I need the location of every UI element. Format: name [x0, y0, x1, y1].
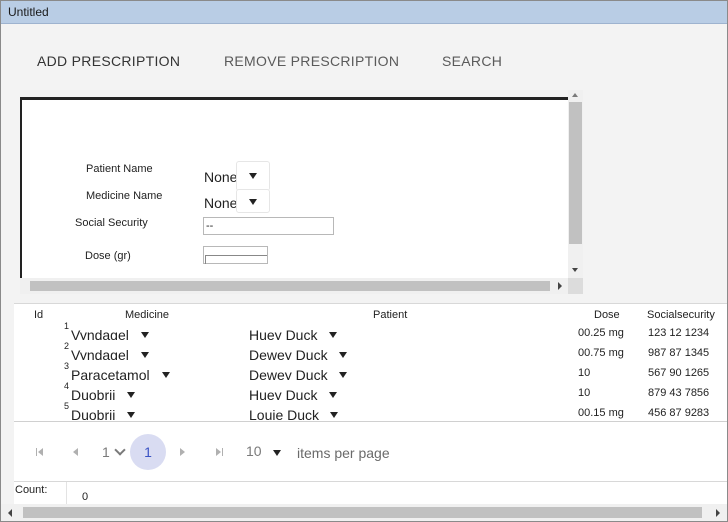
scroll-thumb[interactable] — [569, 102, 582, 244]
medicine-name-dropdown[interactable] — [236, 189, 270, 213]
medicine-cell: Duobrii — [71, 387, 116, 400]
page-size-value[interactable]: 10 — [246, 443, 262, 459]
medicine-name-label: Medicine Name — [86, 190, 163, 202]
row-id: 3 — [64, 361, 70, 371]
count-label: Count: — [15, 484, 48, 496]
patient-name-label: Patient Name — [86, 163, 153, 175]
caret-down-icon[interactable] — [273, 450, 281, 456]
column-header-socialsecurity[interactable]: Socialsecurity — [647, 309, 715, 321]
dose-label: Dose (gr) — [85, 250, 131, 262]
table-row[interactable]: 4 Duobrii Huey Duck 10 879 43 7856 — [14, 381, 727, 402]
chevron-down-icon[interactable] — [114, 444, 126, 456]
social-security-label: Social Security — [75, 217, 148, 229]
dose-cell: 10 — [578, 367, 591, 379]
dose-cell: 00.25 mg — [578, 327, 624, 339]
scroll-left-icon[interactable] — [8, 509, 12, 517]
table-row[interactable]: 2 Vyndagel Dewey Duck 00.75 mg 987 87 13… — [14, 341, 727, 362]
window-title: Untitled — [8, 5, 49, 19]
medicine-cell: Duobrii — [71, 407, 116, 420]
prescriptions-grid: Id Medicine Patient Dose Socialsecurity … — [14, 303, 727, 422]
scroll-thumb[interactable] — [30, 281, 550, 291]
caret-down-icon[interactable] — [162, 372, 170, 378]
prescription-form: Patient Name None Medicine Name None Soc… — [20, 97, 572, 280]
dose-cell: 10 — [578, 387, 591, 399]
patient-name-value: None — [204, 169, 238, 185]
caret-down-icon[interactable] — [141, 332, 149, 338]
last-page-icon[interactable] — [216, 448, 226, 458]
ssn-cell: 456 87 9283 — [648, 407, 710, 419]
scroll-corner — [568, 278, 583, 294]
app-window: Untitled ADD PRESCRIPTION REMOVE PRESCRI… — [0, 0, 728, 522]
add-prescription-button[interactable]: ADD PRESCRIPTION — [37, 53, 180, 69]
prev-page-icon[interactable] — [73, 448, 78, 456]
row-id: 5 — [64, 401, 70, 411]
caret-down-icon[interactable] — [330, 412, 338, 418]
patient-cell: Louie Duck — [249, 407, 320, 420]
caret-down-icon[interactable] — [329, 332, 337, 338]
patient-cell: Dewey Duck — [249, 367, 328, 380]
caret-down-icon[interactable] — [127, 392, 135, 398]
column-header-dose[interactable]: Dose — [594, 309, 620, 321]
scroll-up-icon[interactable] — [572, 93, 578, 97]
caret-down-icon[interactable] — [127, 412, 135, 418]
social-security-field[interactable]: -- — [203, 217, 334, 235]
ssn-cell: 879 43 7856 — [648, 387, 710, 399]
caret-down-icon — [249, 199, 257, 205]
form-horizontal-scrollbar[interactable] — [20, 278, 568, 294]
patient-name-dropdown[interactable] — [236, 161, 270, 191]
page-horizontal-scrollbar[interactable] — [1, 504, 727, 521]
scroll-right-icon[interactable] — [558, 282, 562, 290]
current-page-number: 1 — [144, 444, 152, 460]
caret-down-icon[interactable] — [339, 352, 347, 358]
patient-cell: Huey Duck — [249, 327, 318, 340]
row-id: 2 — [64, 341, 70, 351]
medicine-cell: Paracetamol — [71, 367, 150, 380]
current-page-button[interactable]: 1 — [130, 434, 166, 470]
caret-down-icon — [249, 173, 257, 179]
first-page-icon[interactable] — [36, 448, 46, 458]
page-select-value[interactable]: 1 — [102, 444, 110, 460]
dose-field-inner — [205, 255, 267, 264]
patient-cell: Dewey Duck — [249, 347, 328, 360]
table-row[interactable]: 1 Vyndagel Huey Duck 00.25 mg 123 12 123… — [14, 321, 727, 342]
caret-down-icon[interactable] — [339, 372, 347, 378]
caret-down-icon[interactable] — [329, 392, 337, 398]
caret-down-icon[interactable] — [141, 352, 149, 358]
scroll-thumb[interactable] — [23, 507, 702, 518]
column-header-id[interactable]: Id — [34, 309, 43, 321]
table-row[interactable]: 5 Duobrii Louie Duck 00.15 mg 456 87 928… — [14, 401, 727, 422]
title-bar: Untitled — [1, 1, 727, 24]
dose-cell: 00.75 mg — [578, 347, 624, 359]
remove-prescription-button[interactable]: REMOVE PRESCRIPTION — [224, 53, 399, 69]
dose-cell: 00.15 mg — [578, 407, 624, 419]
items-per-page-label: items per page — [297, 445, 390, 461]
patient-cell: Huey Duck — [249, 387, 318, 400]
column-header-medicine[interactable]: Medicine — [125, 309, 169, 321]
dose-field[interactable] — [203, 246, 268, 264]
search-button[interactable]: SEARCH — [442, 53, 502, 69]
scroll-down-icon[interactable] — [572, 268, 578, 272]
table-row[interactable]: 3 Paracetamol Dewey Duck 10 567 90 1265 — [14, 361, 727, 382]
medicine-cell: Vyndagel — [71, 347, 129, 360]
count-value: 0 — [82, 491, 89, 503]
ssn-cell: 987 87 1345 — [648, 347, 710, 359]
medicine-name-value: None — [204, 195, 238, 211]
next-page-icon[interactable] — [180, 448, 185, 456]
scroll-right-icon[interactable] — [716, 509, 720, 517]
pager: 1 1 10 items per page — [14, 421, 727, 482]
ssn-cell: 123 12 1234 — [648, 327, 710, 339]
row-id: 4 — [64, 381, 70, 391]
medicine-cell: Vyndagel — [71, 327, 129, 340]
column-header-patient[interactable]: Patient — [373, 309, 407, 321]
row-id: 1 — [64, 321, 70, 331]
ssn-cell: 567 90 1265 — [648, 367, 710, 379]
form-vertical-scrollbar[interactable] — [568, 90, 583, 278]
